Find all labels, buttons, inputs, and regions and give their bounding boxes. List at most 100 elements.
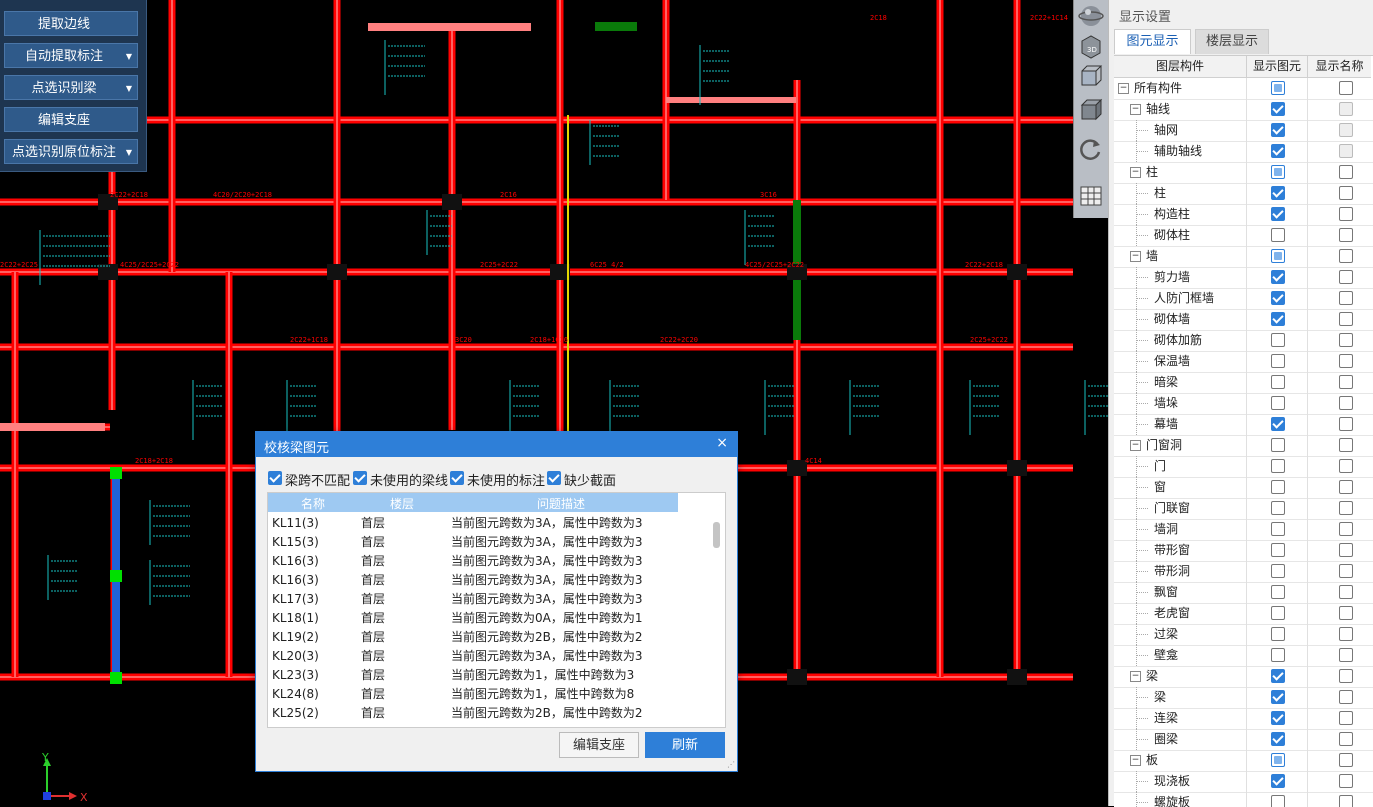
tree-row[interactable]: 门	[1114, 456, 1373, 478]
tab-floor-display[interactable]: 楼层显示	[1195, 29, 1269, 54]
show-name-checkbox[interactable]	[1339, 375, 1353, 389]
show-element-checkbox[interactable]	[1271, 543, 1285, 557]
table-row[interactable]: KL19(2) 首层 当前图元跨数为2B，属性中跨数为2	[268, 628, 708, 647]
tree-row[interactable]: 暗梁	[1114, 372, 1373, 394]
show-element-checkbox[interactable]	[1271, 354, 1285, 368]
collapse-icon[interactable]: −	[1118, 83, 1129, 94]
tab-element-display[interactable]: 图元显示	[1114, 29, 1191, 54]
cube-wireframe-icon[interactable]	[1078, 63, 1104, 89]
tree-row[interactable]: 门联窗	[1114, 498, 1373, 520]
tree-row[interactable]: − 梁	[1114, 666, 1373, 688]
show-name-checkbox[interactable]	[1339, 417, 1353, 431]
show-name-checkbox[interactable]	[1339, 144, 1353, 158]
show-element-checkbox[interactable]	[1271, 564, 1285, 578]
collapse-icon[interactable]: −	[1130, 755, 1141, 766]
tree-row[interactable]: 砌体墙	[1114, 309, 1373, 331]
show-name-checkbox[interactable]	[1339, 312, 1353, 326]
show-element-checkbox[interactable]	[1271, 648, 1285, 662]
table-row[interactable]: KL20(3) 首层 当前图元跨数为3A，属性中跨数为3	[268, 647, 708, 666]
edit-support-button[interactable]: 编辑支座	[4, 107, 138, 132]
checkbox[interactable]	[450, 471, 464, 485]
globe-icon[interactable]	[1078, 3, 1104, 29]
tree-row[interactable]: 过梁	[1114, 624, 1373, 646]
table-row[interactable]: KL18(1) 首层 当前图元跨数为0A，属性中跨数为1	[268, 609, 708, 628]
show-element-checkbox[interactable]	[1271, 81, 1285, 95]
tree-row[interactable]: 砌体柱	[1114, 225, 1373, 247]
resize-grip-icon[interactable]: ⋰	[727, 760, 735, 769]
show-element-checkbox[interactable]	[1271, 123, 1285, 137]
show-element-checkbox[interactable]	[1271, 417, 1285, 431]
show-element-checkbox[interactable]	[1271, 228, 1285, 242]
tree-row[interactable]: − 门窗洞	[1114, 435, 1373, 457]
3d-view-icon[interactable]: 3D	[1078, 33, 1104, 59]
show-element-checkbox[interactable]	[1271, 186, 1285, 200]
tree-row[interactable]: 圈梁	[1114, 729, 1373, 751]
show-element-checkbox[interactable]	[1271, 585, 1285, 599]
show-name-checkbox[interactable]	[1339, 669, 1353, 683]
show-name-checkbox[interactable]	[1339, 648, 1353, 662]
show-name-checkbox[interactable]	[1339, 690, 1353, 704]
dialog-titlebar[interactable]: 校核梁图元 ×	[256, 432, 737, 457]
show-name-checkbox[interactable]	[1339, 501, 1353, 515]
tree-row[interactable]: 壁龛	[1114, 645, 1373, 667]
show-element-checkbox[interactable]	[1271, 144, 1285, 158]
show-element-checkbox[interactable]	[1271, 711, 1285, 725]
show-name-checkbox[interactable]	[1339, 753, 1353, 767]
show-element-checkbox[interactable]	[1271, 459, 1285, 473]
show-element-checkbox[interactable]	[1271, 396, 1285, 410]
table-row[interactable]: KL16(3) 首层 当前图元跨数为3A，属性中跨数为3	[268, 552, 708, 571]
grip-point[interactable]	[110, 467, 122, 479]
show-name-checkbox[interactable]	[1339, 522, 1353, 536]
show-name-checkbox[interactable]	[1339, 123, 1353, 137]
show-name-checkbox[interactable]	[1339, 270, 1353, 284]
tree-row[interactable]: − 墙	[1114, 246, 1373, 268]
cube-solid-icon[interactable]	[1078, 97, 1104, 123]
checkbox[interactable]	[268, 471, 282, 485]
auto-extract-annotation-button[interactable]: 自动提取标注 ▼	[4, 43, 138, 68]
show-element-checkbox[interactable]	[1271, 165, 1285, 179]
tree-row[interactable]: 带形窗	[1114, 540, 1373, 562]
tree-row[interactable]: − 所有构件	[1114, 78, 1373, 100]
show-element-checkbox[interactable]	[1271, 270, 1285, 284]
tree-row[interactable]: 柱	[1114, 183, 1373, 205]
show-element-checkbox[interactable]	[1271, 312, 1285, 326]
refresh-button[interactable]: 刷新	[645, 732, 725, 758]
tree-row[interactable]: 人防门框墙	[1114, 288, 1373, 310]
show-element-checkbox[interactable]	[1271, 291, 1285, 305]
collapse-icon[interactable]: −	[1130, 671, 1141, 682]
show-element-checkbox[interactable]	[1271, 774, 1285, 788]
show-name-checkbox[interactable]	[1339, 480, 1353, 494]
tree-row[interactable]: 连梁	[1114, 708, 1373, 730]
tree-row[interactable]: 螺旋板	[1114, 792, 1373, 807]
show-element-checkbox[interactable]	[1271, 375, 1285, 389]
collapse-icon[interactable]: −	[1130, 440, 1141, 451]
collapse-icon[interactable]: −	[1130, 104, 1141, 115]
show-name-checkbox[interactable]	[1339, 627, 1353, 641]
show-element-checkbox[interactable]	[1271, 690, 1285, 704]
show-element-checkbox[interactable]	[1271, 627, 1285, 641]
tree-row[interactable]: 构造柱	[1114, 204, 1373, 226]
tree-row[interactable]: 剪力墙	[1114, 267, 1373, 289]
show-name-checkbox[interactable]	[1339, 795, 1353, 807]
rotate-icon[interactable]	[1078, 136, 1104, 162]
grip-point[interactable]	[110, 672, 122, 684]
show-element-checkbox[interactable]	[1271, 522, 1285, 536]
collapse-icon[interactable]: −	[1130, 251, 1141, 262]
tree-row[interactable]: 带形洞	[1114, 561, 1373, 583]
show-element-checkbox[interactable]	[1271, 501, 1285, 515]
show-element-checkbox[interactable]	[1271, 207, 1285, 221]
show-name-checkbox[interactable]	[1339, 543, 1353, 557]
show-element-checkbox[interactable]	[1271, 732, 1285, 746]
show-name-checkbox[interactable]	[1339, 732, 1353, 746]
extract-edge-button[interactable]: 提取边线	[4, 11, 138, 36]
tree-row[interactable]: 幕墙	[1114, 414, 1373, 436]
chevron-down-icon[interactable]: ▼	[126, 140, 132, 165]
show-name-checkbox[interactable]	[1339, 711, 1353, 725]
show-name-checkbox[interactable]	[1339, 81, 1353, 95]
grip-point[interactable]	[110, 570, 122, 582]
table-row[interactable]: KL23(3) 首层 当前图元跨数为1，属性中跨数为3	[268, 666, 708, 685]
table-row[interactable]: KL17(3) 首层 当前图元跨数为3A，属性中跨数为3	[268, 590, 708, 609]
show-name-checkbox[interactable]	[1339, 396, 1353, 410]
tree-row[interactable]: 墙垛	[1114, 393, 1373, 415]
tree-row[interactable]: 墙洞	[1114, 519, 1373, 541]
